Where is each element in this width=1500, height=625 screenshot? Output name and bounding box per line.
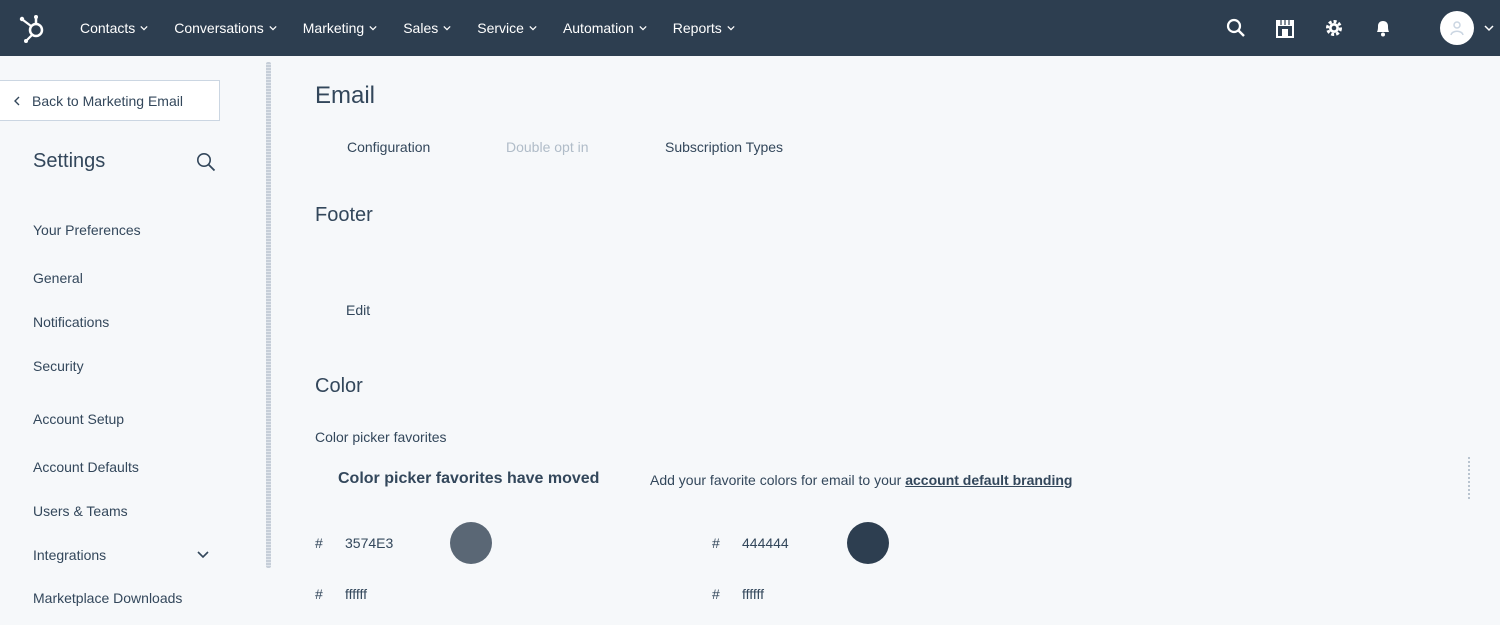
color-swatch[interactable]	[847, 522, 889, 564]
color-picker-favorites-label: Color picker favorites	[315, 429, 447, 445]
chevron-down-icon	[140, 25, 148, 31]
chevron-down-icon	[727, 25, 735, 31]
chevron-down-icon	[369, 25, 377, 31]
sidebar-item-general[interactable]: General	[33, 270, 83, 286]
bell-icon[interactable]	[1372, 17, 1394, 39]
color-entry: #	[712, 522, 889, 564]
chevron-down-icon	[269, 25, 277, 31]
search-icon[interactable]	[1225, 17, 1247, 39]
nav-reports[interactable]: Reports	[673, 20, 735, 36]
sidebar-scrollbar[interactable]	[266, 62, 271, 568]
color-hex-input[interactable]	[742, 586, 847, 602]
main-content: Email Configuration Double opt in Subscr…	[272, 56, 1500, 625]
sidebar-item-marketplace-downloads[interactable]: Marketplace Downloads	[33, 590, 182, 606]
nav-utilities	[1225, 0, 1500, 56]
chevron-down-icon	[443, 25, 451, 31]
tab-subscription-types[interactable]: Subscription Types	[665, 139, 783, 155]
sidebar-item-users-teams[interactable]: Users & Teams	[33, 503, 128, 519]
hash-symbol: #	[712, 586, 720, 602]
nav-contacts[interactable]: Contacts	[80, 20, 148, 36]
favorites-moved-title: Color picker favorites have moved	[338, 470, 600, 487]
footer-edit-button[interactable]: Edit	[346, 302, 370, 318]
hash-symbol: #	[315, 535, 323, 551]
nav-automation[interactable]: Automation	[563, 20, 647, 36]
divider	[1468, 457, 1470, 499]
chevron-down-icon	[639, 25, 647, 31]
color-hex-input[interactable]	[345, 586, 450, 602]
color-heading: Color	[315, 375, 363, 397]
sidebar-item-security[interactable]: Security	[33, 358, 84, 374]
chevron-down-icon[interactable]	[196, 548, 210, 562]
color-entry: #	[712, 586, 847, 602]
sidebar-heading-account-setup: Account Setup	[33, 411, 125, 427]
settings-title: Settings	[33, 150, 106, 172]
top-navigation-bar: Contacts Conversations Marketing Sales S…	[0, 0, 1500, 56]
favorites-moved-text: Add your favorite colors for email to yo…	[650, 472, 1073, 488]
hash-symbol: #	[315, 586, 323, 602]
back-to-marketing-email-button[interactable]: Back to Marketing Email	[0, 80, 220, 121]
hubspot-logo-icon[interactable]	[16, 12, 48, 44]
sidebar-item-integrations[interactable]: Integrations	[33, 547, 106, 563]
main-menu: Contacts Conversations Marketing Sales S…	[80, 0, 761, 56]
chevron-left-icon	[14, 96, 20, 105]
gear-icon[interactable]	[1323, 17, 1345, 39]
search-icon[interactable]	[196, 152, 216, 172]
tab-double-opt-in[interactable]: Double opt in	[506, 139, 589, 155]
page-title: Email	[315, 82, 376, 109]
tab-configuration[interactable]: Configuration	[347, 139, 430, 155]
nav-conversations[interactable]: Conversations	[174, 20, 277, 36]
color-swatch[interactable]	[450, 522, 492, 564]
chevron-down-icon[interactable]	[1484, 23, 1494, 33]
color-entry: #	[315, 586, 450, 602]
marketplace-icon[interactable]	[1274, 17, 1296, 39]
account-default-branding-link[interactable]: account default branding	[905, 472, 1072, 488]
settings-sidebar: Back to Marketing Email Settings Your Pr…	[0, 56, 266, 625]
color-hex-input[interactable]	[345, 535, 450, 551]
user-icon	[1450, 21, 1464, 36]
nav-service[interactable]: Service	[477, 20, 537, 36]
sidebar-item-account-defaults[interactable]: Account Defaults	[33, 459, 139, 475]
avatar[interactable]	[1440, 11, 1474, 45]
chevron-down-icon	[529, 25, 537, 31]
footer-heading: Footer	[315, 204, 373, 226]
sidebar-heading-your-preferences: Your Preferences	[33, 222, 141, 238]
color-hex-input[interactable]	[742, 535, 847, 551]
nav-sales[interactable]: Sales	[403, 20, 451, 36]
nav-marketing[interactable]: Marketing	[303, 20, 377, 36]
hash-symbol: #	[712, 535, 720, 551]
sidebar-item-notifications[interactable]: Notifications	[33, 314, 109, 330]
color-entry: #	[315, 522, 492, 564]
